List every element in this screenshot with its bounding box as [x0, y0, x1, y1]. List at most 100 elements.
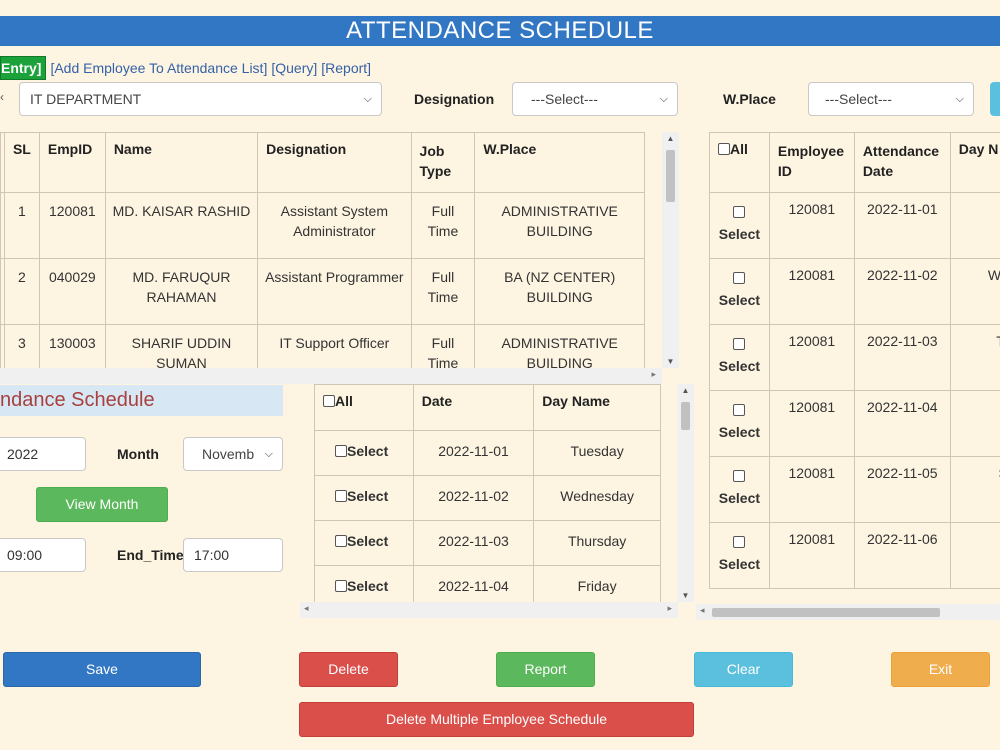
days-table: All Date Day Name Select 2022-11-01 Tuesda…	[314, 384, 678, 602]
arrow-down-icon[interactable]: ▼	[662, 357, 679, 366]
select-label: Select	[718, 556, 761, 572]
select-all-checkbox[interactable]	[718, 143, 730, 155]
day-select-checkbox[interactable]	[335, 445, 347, 457]
table-row[interactable]: 3 130003 SHARIF UDDIN SUMAN IT Support Offi…	[0, 324, 645, 368]
designation-select[interactable]: ---Select--- ⌵	[512, 82, 678, 116]
chevron-down-icon: ⌵	[659, 93, 668, 105]
scroll-thumb[interactable]	[681, 402, 690, 430]
days-col-all: All	[314, 384, 414, 431]
att-date: 2022-11-05	[853, 456, 951, 523]
day-date: 2022-11-03	[412, 520, 535, 566]
emp-wplace: ADMINISTRATIVE BUILDING	[474, 324, 645, 368]
att-select-checkbox[interactable]	[733, 272, 746, 284]
att-col-empid: Employee ID	[768, 132, 855, 193]
days-table-vscroll[interactable]: ▲ ▼	[677, 384, 694, 602]
att-day: Wedne	[949, 258, 1000, 325]
day-select-cell: Select	[314, 475, 414, 521]
report-button[interactable]: Report	[496, 652, 595, 687]
att-select-checkbox[interactable]	[733, 206, 746, 218]
day-name: Tuesday	[533, 430, 661, 476]
table-row[interactable]: Select 1200812022-11-01Tues	[709, 192, 1000, 259]
table-row[interactable]: Select 2022-11-03 Thursday	[314, 520, 661, 566]
emp-sl: 3	[3, 324, 40, 368]
day-select-cell: Select	[314, 430, 414, 476]
day-date: 2022-11-04	[412, 565, 535, 602]
nav-add-employee-link[interactable]: [Add Employee To Attendance List]	[50, 60, 267, 76]
department-select[interactable]: IT DEPARTMENT ⌵	[19, 82, 382, 116]
days-table-hscroll[interactable]: ◂ ▸	[300, 602, 678, 618]
search-button[interactable]	[990, 82, 1000, 116]
days-col-dayname: Day Name	[533, 384, 661, 431]
att-select-checkbox[interactable]	[733, 536, 746, 548]
emp-name: MD. FARUQUR RAHAMAN	[104, 258, 259, 325]
day-date: 2022-11-01	[412, 430, 535, 476]
delete-button[interactable]: Delete	[299, 652, 398, 687]
end-time-input[interactable]: 17:00	[183, 538, 283, 572]
emp-sl: 2	[3, 258, 40, 325]
select-label: Select	[718, 490, 761, 506]
day-select-cell: Select	[314, 520, 414, 566]
nav-query-link[interactable]: [Query]	[271, 60, 317, 76]
att-select-checkbox[interactable]	[733, 404, 746, 416]
att-day: Satur	[949, 456, 1000, 523]
attendance-table-hscroll[interactable]: ◂	[696, 604, 1000, 620]
att-select-checkbox[interactable]	[733, 338, 746, 350]
col-name: Name	[104, 132, 259, 193]
day-date: 2022-11-02	[412, 475, 535, 521]
nav-report-link[interactable]: [Report]	[321, 60, 371, 76]
table-row[interactable]: Select 2022-11-02 Wednesday	[314, 475, 661, 521]
exit-button[interactable]: Exit	[891, 652, 990, 687]
select-all-checkbox[interactable]	[323, 395, 335, 407]
designation-label: Designation	[414, 91, 495, 107]
delete-multiple-schedule-button[interactable]: Delete Multiple Employee Schedule	[299, 702, 694, 737]
employee-table: SL EmpID Name Designation Job Type W.Pla…	[0, 132, 662, 368]
wplace-select[interactable]: ---Select--- ⌵	[808, 82, 974, 116]
scroll-thumb[interactable]	[666, 150, 675, 202]
nav-bar: Entry] [Add Employee To Attendance List]…	[0, 56, 371, 80]
year-input[interactable]: 2022	[0, 437, 86, 471]
save-button[interactable]: Save	[3, 652, 201, 687]
employee-table-vscroll[interactable]: ▲ ▼	[662, 132, 679, 368]
arrow-right-icon[interactable]: ▸	[651, 369, 656, 380]
day-select-checkbox[interactable]	[335, 580, 347, 592]
day-select-checkbox[interactable]	[335, 535, 347, 547]
nav-entry-tab[interactable]: Entry]	[0, 56, 47, 80]
table-row[interactable]: 2 040029 MD. FARUQUR RAHAMAN Assistant Prog…	[0, 258, 645, 325]
emp-jobtype: Full Time	[410, 258, 476, 325]
table-row[interactable]: Select 1200812022-11-04Frid	[709, 390, 1000, 457]
days-col-date: Date	[412, 384, 535, 431]
att-date: 2022-11-03	[853, 324, 951, 391]
start-time-input[interactable]: 09:00	[0, 538, 86, 572]
table-row[interactable]: Select 1200812022-11-06Sund	[709, 522, 1000, 589]
att-select-checkbox[interactable]	[733, 470, 746, 482]
table-row[interactable]: Select 1200812022-11-05Satur	[709, 456, 1000, 523]
month-label: Month	[117, 446, 159, 462]
att-select-cell: Select	[709, 192, 770, 259]
view-month-button[interactable]: View Month	[36, 487, 168, 522]
table-row[interactable]: 1 120081 MD. KAISAR RASHID Assistant System…	[0, 192, 645, 259]
arrow-left-icon[interactable]: ◂	[304, 603, 309, 614]
emp-name: MD. KAISAR RASHID	[104, 192, 259, 259]
clear-button[interactable]: Clear	[694, 652, 793, 687]
col-sl: SL	[3, 132, 40, 193]
arrow-up-icon[interactable]: ▲	[677, 386, 694, 395]
table-row[interactable]: Select 1200812022-11-03Thurs	[709, 324, 1000, 391]
chevron-down-icon: ⌵	[363, 93, 372, 105]
arrow-down-icon[interactable]: ▼	[677, 591, 694, 600]
arrow-right-icon[interactable]: ▸	[667, 603, 672, 614]
employee-table-hscroll[interactable]: ▸	[0, 368, 662, 384]
select-label: Select	[718, 292, 761, 308]
att-empid: 120081	[768, 324, 855, 391]
emp-id: 040029	[38, 258, 106, 325]
arrow-left-icon[interactable]: ◂	[700, 605, 705, 616]
table-row[interactable]: Select 1200812022-11-02Wedne	[709, 258, 1000, 325]
emp-id: 120081	[38, 192, 106, 259]
arrow-up-icon[interactable]: ▲	[662, 134, 679, 143]
month-select[interactable]: Novemb ⌵	[183, 437, 283, 471]
att-empid: 120081	[768, 192, 855, 259]
att-date: 2022-11-04	[853, 390, 951, 457]
table-row[interactable]: Select 2022-11-04 Friday	[314, 565, 661, 602]
scroll-thumb[interactable]	[712, 608, 940, 617]
table-row[interactable]: Select 2022-11-01 Tuesday	[314, 430, 661, 476]
day-select-checkbox[interactable]	[335, 490, 347, 502]
